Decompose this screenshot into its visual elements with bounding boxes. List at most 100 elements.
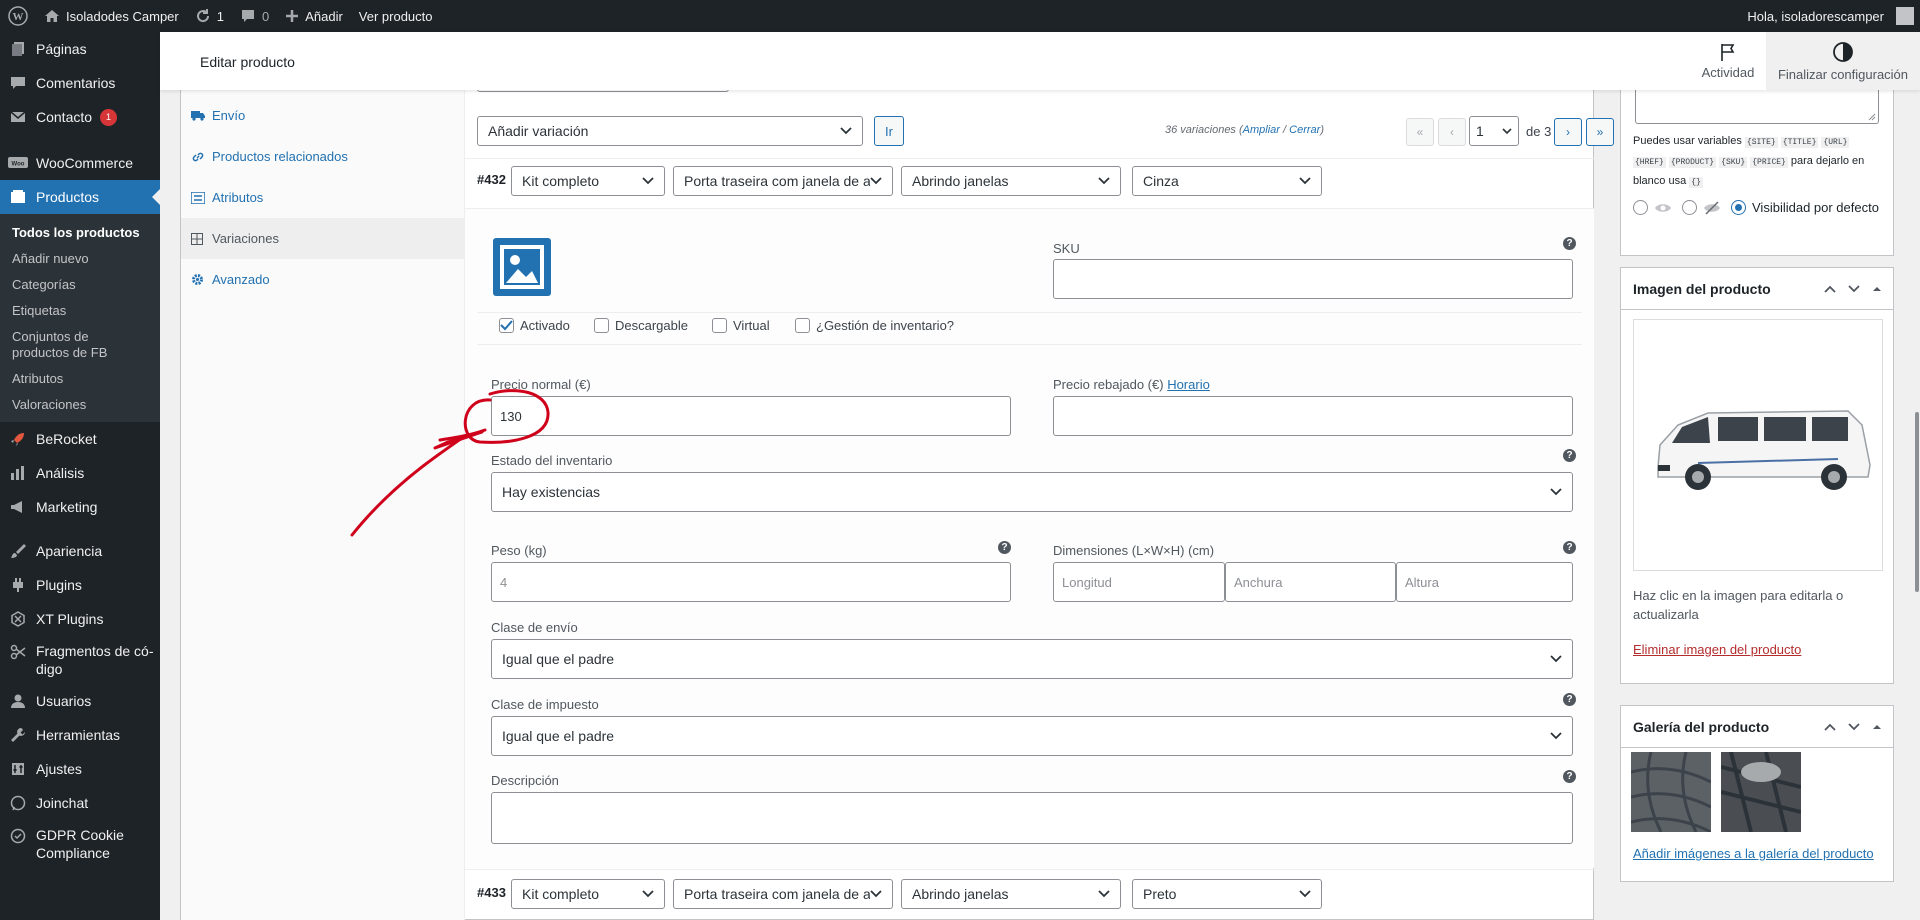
regular-price-input[interactable]: 130 (491, 396, 1011, 436)
sidebar-item-joinchat[interactable]: Joinchat (0, 786, 160, 820)
virtual-checkbox[interactable]: Virtual (712, 318, 770, 333)
sidebar-item-analisis[interactable]: Análisis (0, 456, 160, 490)
submenu-item-tags[interactable]: Etiquetas (0, 298, 160, 324)
page-scrollbar[interactable] (1914, 32, 1920, 920)
radio-unchecked[interactable] (1633, 200, 1648, 215)
first-page-button[interactable]: « (1406, 118, 1434, 146)
submenu-item-categories[interactable]: Categorías (0, 272, 160, 298)
remove-image-link[interactable]: Eliminar imagen del producto (1633, 642, 1801, 657)
chevron-up-icon[interactable] (1823, 284, 1837, 294)
stock-status-select[interactable]: Hay existencias (491, 472, 1573, 512)
updates-link[interactable]: 1 (187, 0, 232, 32)
schedule-link[interactable]: Horario (1167, 377, 1210, 392)
submenu-item-attributes[interactable]: Atributos (0, 366, 160, 392)
submenu-item-reviews[interactable]: Valoraciones (0, 392, 160, 418)
new-content-link[interactable]: Añadir (277, 0, 351, 32)
finish-setup-button[interactable]: Finalizar configuración (1766, 32, 1920, 90)
chevron-down-icon[interactable] (1847, 284, 1861, 294)
eye-icon (1655, 203, 1671, 212)
chevron-down-icon[interactable] (1847, 722, 1861, 732)
radio-unchecked[interactable] (1682, 200, 1697, 215)
length-input[interactable]: Longitud (1053, 562, 1225, 602)
seo-variables-box: Puedes usar variables {SITE} {TITLE} {UR… (1620, 88, 1894, 256)
weight-input[interactable]: 4 (491, 562, 1011, 602)
height-input[interactable]: Altura (1396, 562, 1573, 602)
sidebar-item-comentarios[interactable]: Comentarios (0, 66, 160, 100)
sidebar-item-herramientas[interactable]: Herramientas (0, 718, 160, 752)
help-icon[interactable]: ? (1563, 449, 1576, 462)
sku-input[interactable] (1053, 259, 1573, 299)
chevron-up-icon[interactable] (1823, 722, 1837, 732)
tab-productos-relacionados[interactable]: Productos relacionados (181, 136, 464, 177)
product-image-thumbnail[interactable] (1633, 319, 1883, 571)
expand-link[interactable]: Ampliar (1243, 124, 1280, 136)
next-page-button[interactable]: › (1554, 118, 1582, 146)
variation-attr-select-1[interactable]: Kit completo (511, 879, 665, 909)
caret-up-icon[interactable] (1871, 284, 1883, 294)
activado-checkbox[interactable]: Activado (499, 318, 570, 333)
prev-page-button[interactable]: ‹ (1438, 118, 1466, 146)
add-variation-select[interactable]: Añadir variación (477, 116, 863, 146)
collapse-link[interactable]: Cerrar (1289, 124, 1320, 136)
sidebar-item-woocommerce[interactable]: Woo WooCommerce (0, 146, 160, 180)
sidebar-item-gdpr[interactable]: GDPR Cookie Compliance (0, 820, 160, 868)
submenu-item-add-new[interactable]: Añadir nuevo (0, 246, 160, 272)
sidebar-item-marketing[interactable]: Marketing (0, 490, 160, 524)
title-template-textarea[interactable] (1635, 88, 1879, 124)
sidebar-item-apariencia[interactable]: Apariencia (0, 534, 160, 568)
my-account-link[interactable]: Hola, isoladorescamper (1739, 0, 1920, 32)
tab-variaciones[interactable]: Variaciones (181, 218, 464, 259)
help-icon[interactable]: ? (1563, 770, 1576, 783)
sidebar-item-contacto[interactable]: Contacto 1 (0, 100, 160, 134)
variation-attr-select-1[interactable]: Kit completo (511, 166, 665, 196)
help-icon[interactable]: ? (1563, 541, 1576, 554)
help-icon[interactable]: ? (998, 541, 1011, 554)
main-content: Envío Productos relacionados Atributos V… (160, 88, 1614, 920)
help-icon[interactable]: ? (1563, 237, 1576, 250)
description-textarea[interactable] (491, 792, 1573, 844)
scrollbar-thumb[interactable] (1915, 412, 1919, 592)
activity-button[interactable]: Actividad (1690, 32, 1766, 90)
variation-attr-select-4[interactable]: Cinza (1132, 166, 1322, 196)
tab-envio[interactable]: Envío (181, 95, 464, 136)
sidebar-item-berocket[interactable]: BeRocket (0, 422, 160, 456)
manage-stock-checkbox[interactable]: ¿Gestión de inventario? (795, 318, 954, 333)
last-page-button[interactable]: » (1586, 118, 1614, 146)
variation-attr-select-3[interactable]: Abrindo janelas (901, 166, 1121, 196)
wordpress-logo-button[interactable]: W (0, 0, 36, 32)
submenu-item-all-products[interactable]: Todos los productos (0, 220, 160, 246)
variation-attr-select-2[interactable]: Porta traseira com janela de a (673, 166, 893, 196)
sidebar-item-ajustes[interactable]: Ajustes (0, 752, 160, 786)
site-name-link[interactable]: Isoladodes Camper (36, 0, 187, 32)
caret-up-icon[interactable] (1871, 722, 1883, 732)
sidebar-item-fragmentos[interactable]: Fragmentos de có-digo (0, 636, 160, 684)
page-select[interactable]: 1 (1469, 116, 1519, 146)
sidebar-item-xt-plugins[interactable]: XT Plugins (0, 602, 160, 636)
shipping-class-select[interactable]: Igual que el padre (491, 639, 1573, 679)
descargable-checkbox[interactable]: Descargable (594, 318, 688, 333)
sidebar-item-productos[interactable]: Productos (0, 180, 160, 214)
variation-attr-select-2[interactable]: Porta traseira com janela de a (673, 879, 893, 909)
gallery-image-1[interactable] (1631, 752, 1711, 832)
variation-attr-select-3[interactable]: Abrindo janelas (901, 879, 1121, 909)
tax-class-select[interactable]: Igual que el padre (491, 716, 1573, 756)
users-icon (8, 691, 28, 711)
sidebar-item-plugins[interactable]: Plugins (0, 568, 160, 602)
help-icon[interactable]: ? (1563, 693, 1576, 706)
comments-link[interactable]: 0 (232, 0, 277, 32)
add-gallery-images-link[interactable]: Añadir imágenes a la galería del product… (1633, 846, 1874, 861)
activity-label: Actividad (1701, 64, 1755, 80)
tab-atributos[interactable]: Atributos (181, 177, 464, 218)
sale-price-input[interactable] (1053, 396, 1573, 436)
gallery-image-2[interactable] (1721, 752, 1801, 832)
sidebar-item-paginas[interactable]: Páginas (0, 32, 160, 66)
submenu-item-fb-sets[interactable]: Conjuntos de productos de FB (0, 324, 160, 366)
sidebar-item-usuarios[interactable]: Usuarios (0, 684, 160, 718)
variation-attr-select-4[interactable]: Preto (1132, 879, 1322, 909)
width-input[interactable]: Anchura (1225, 562, 1396, 602)
go-button[interactable]: Ir (874, 116, 904, 146)
tab-avanzado[interactable]: Avanzado (181, 259, 464, 300)
view-product-link[interactable]: Ver producto (351, 0, 441, 32)
radio-checked[interactable] (1731, 200, 1746, 215)
variation-image-button[interactable] (493, 238, 551, 296)
